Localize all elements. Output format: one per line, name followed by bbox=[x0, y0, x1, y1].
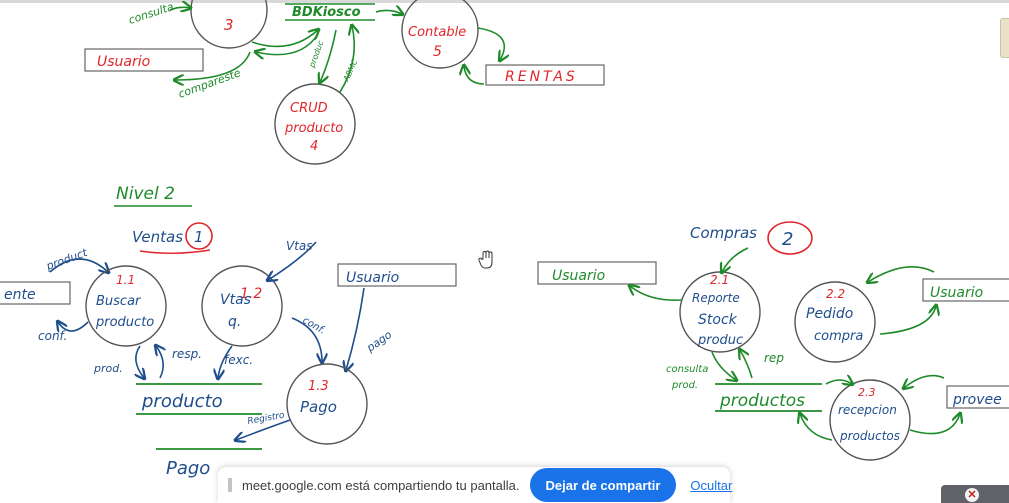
process-2-3-line1: recepcion bbox=[838, 403, 897, 417]
flow-proveedor-to-2-3 bbox=[904, 374, 945, 388]
process-1-1-line2: producto bbox=[95, 315, 154, 330]
process-crud-num: 4 bbox=[310, 139, 318, 154]
process-contable-num: 5 bbox=[433, 44, 442, 60]
flow-bd-to-crud bbox=[320, 29, 337, 82]
flow-productos-to-2-3 bbox=[825, 380, 852, 384]
flow-productos-to-2-1 bbox=[740, 350, 753, 379]
hide-link[interactable]: Ocultar bbox=[690, 478, 732, 493]
process-1-1-num: 1.1 bbox=[116, 273, 135, 287]
level2-heading: Nivel 2 bbox=[116, 184, 175, 204]
process-1-3-num: 1.3 bbox=[308, 379, 329, 394]
process-1-1-line1: Buscar bbox=[96, 294, 142, 309]
flow-compras-to-2-1 bbox=[722, 247, 749, 272]
store-rentas-label: RENTAS bbox=[505, 69, 578, 85]
flow-producto-to-1-1 bbox=[156, 346, 163, 379]
store-productos-label: productos bbox=[719, 391, 805, 411]
drag-handle-icon[interactable] bbox=[228, 478, 232, 492]
share-message: meet.google.com está compartiendo tu pan… bbox=[242, 477, 520, 493]
process-3-number: 3 bbox=[224, 16, 234, 34]
process-2-1-num: 2.1 bbox=[710, 273, 729, 287]
flow-rentas-to-contable bbox=[464, 66, 485, 85]
stop-sharing-button[interactable]: Dejar de compartir bbox=[529, 468, 677, 502]
level0-diagram: 3 consulta BDKiosco Usuario compareste C… bbox=[84, 0, 605, 165]
label-fexc: fexc. bbox=[224, 353, 253, 367]
store-usuario-right-left-label: Usuario bbox=[552, 268, 605, 284]
process-1-2-line2: q. bbox=[228, 314, 241, 330]
process-2-1-line2: Stock bbox=[698, 312, 738, 328]
flow-usuario-to-2-2 bbox=[868, 266, 935, 282]
compras-diagram: Compras 2 Usuario 2.1 Reporte Stock prod… bbox=[537, 221, 1009, 461]
flow-2-2-to-usuario bbox=[879, 306, 936, 335]
close-icon[interactable]: ✕ bbox=[965, 488, 979, 502]
process-2-1-line3: produc bbox=[697, 333, 743, 348]
flow-contable-to-rentas bbox=[477, 27, 504, 60]
process-2-3-line2: productos bbox=[839, 429, 900, 443]
meeting-controls-widget[interactable]: ✕ bbox=[941, 485, 1009, 503]
label-prod-right: prod. bbox=[671, 380, 698, 391]
hand-cursor-icon bbox=[478, 250, 493, 269]
flow-3-to-bd bbox=[251, 30, 318, 48]
process-2-2-line1: Pedido bbox=[806, 306, 853, 322]
ventas-underline bbox=[139, 249, 211, 254]
process-2-2-line2: compra bbox=[814, 329, 863, 344]
label-registro: Registro bbox=[247, 411, 286, 427]
flow-2-1-to-productos bbox=[711, 351, 736, 380]
store-usuario-top-label: Usuario bbox=[97, 54, 150, 70]
process-2-2-num: 2.2 bbox=[826, 287, 845, 301]
label-conf: conf. bbox=[38, 329, 67, 343]
screen-share-bar: meet.google.com está compartiendo tu pan… bbox=[218, 467, 732, 503]
process-1-3-line1: Pago bbox=[300, 398, 337, 416]
label-resp: resp. bbox=[172, 347, 202, 361]
ventas-num: 1 bbox=[194, 228, 204, 246]
label-abmc: ABMC bbox=[341, 57, 360, 83]
side-panel-tab[interactable] bbox=[1000, 18, 1009, 58]
compras-label: Compras bbox=[690, 224, 757, 242]
store-proveedor-label: provee bbox=[952, 392, 1002, 408]
whiteboard-canvas: 3 consulta BDKiosco Usuario compareste C… bbox=[0, 0, 1009, 479]
store-usuario-mid-label: Usuario bbox=[346, 270, 399, 286]
process-crud-line1: CRUD bbox=[290, 101, 328, 116]
store-producto-label: producto bbox=[141, 391, 223, 412]
process-crud-line2: producto bbox=[284, 121, 343, 136]
process-2-3-num: 2.3 bbox=[858, 386, 876, 399]
level2-ventas: Nivel 2 Ventas 1 ente product 1.1 Buscar… bbox=[0, 184, 457, 479]
process-2-1-line1: Reporte bbox=[692, 291, 740, 305]
flow-2-3-to-productos bbox=[800, 414, 833, 441]
label-consulta-right: consulta bbox=[666, 364, 708, 375]
store-bdkiosco: BDKiosco bbox=[292, 5, 361, 20]
flow-usuario-to-pago bbox=[346, 287, 365, 370]
store-usuario-far-right-label: Usuario bbox=[930, 285, 983, 301]
ext-left-label: ente bbox=[4, 287, 36, 303]
label-prod: prod. bbox=[93, 362, 123, 375]
label-consulta: consulta bbox=[127, 0, 176, 27]
flow-1-1-to-producto bbox=[136, 345, 144, 378]
flow-2-1-to-usuario bbox=[630, 286, 683, 302]
ventas-label: Ventas bbox=[132, 228, 183, 246]
compras-num: 2 bbox=[782, 229, 793, 250]
flow-bd-to-contable bbox=[375, 10, 402, 14]
label-rep: rep bbox=[764, 351, 784, 365]
label-pago: pago bbox=[363, 328, 394, 355]
store-pago-label: Pago bbox=[166, 458, 210, 479]
process-1-2-line1: Vtas bbox=[220, 292, 251, 308]
process-contable-label: Contable bbox=[408, 25, 466, 40]
flow-2-3-to-proveedor bbox=[909, 414, 960, 435]
label-vtas-flow: Vtas bbox=[286, 239, 313, 253]
